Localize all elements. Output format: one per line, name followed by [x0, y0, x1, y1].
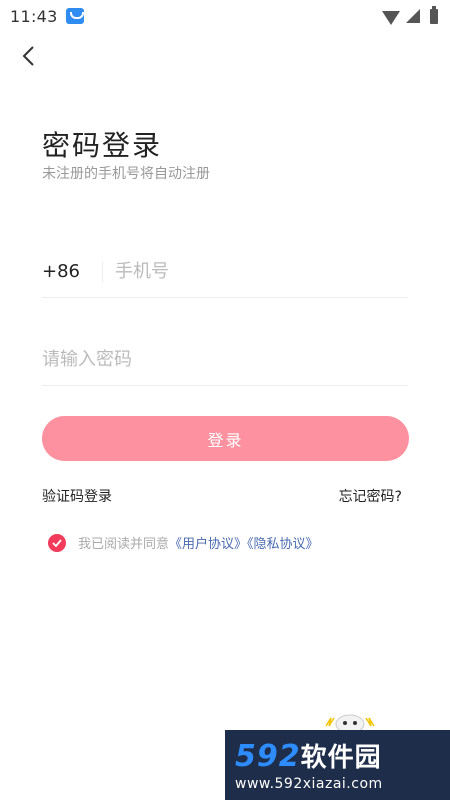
forgot-password-link[interactable]: 忘记密码? — [339, 486, 402, 506]
agreement-text: 我已阅读并同意 — [78, 537, 170, 552]
status-time: 11:43 — [10, 6, 58, 26]
agreement-row: 我已阅读并同意《用户协议》《隐私协议》 — [48, 533, 319, 552]
status-icons — [382, 5, 438, 25]
agreement-checkbox[interactable] — [48, 533, 66, 552]
privacy-policy-link[interactable]: 《隐私协议》 — [247, 537, 319, 552]
country-code-selector[interactable]: +86 — [42, 261, 102, 282]
wifi-icon — [382, 11, 400, 25]
divider — [102, 260, 103, 283]
app-notification-icon — [65, 8, 84, 24]
user-agreement-link[interactable]: 《用户协议》 — [169, 537, 247, 552]
watermark-logo: 592软件园 www.592xiazai.com — [225, 730, 450, 800]
battery-icon — [430, 5, 438, 24]
password-input[interactable] — [42, 349, 408, 370]
signal-icon — [406, 9, 420, 23]
password-field-row — [42, 334, 408, 386]
check-icon — [52, 538, 62, 547]
chevron-left-icon — [22, 46, 34, 66]
sms-login-link[interactable]: 验证码登录 — [42, 486, 112, 506]
watermark-brand: 592软件园 — [235, 738, 382, 774]
phone-field-row: +86 — [42, 246, 408, 298]
status-bar: 11:43 — [0, 0, 450, 32]
page-title: 密码登录 — [42, 129, 163, 162]
back-button[interactable] — [14, 42, 42, 70]
status-left: 11:43 — [10, 7, 84, 26]
login-button[interactable]: 登录 — [42, 416, 409, 461]
watermark-url: www.592xiazai.com — [235, 775, 383, 792]
phone-input[interactable] — [115, 261, 408, 282]
page-subtitle: 未注册的手机号将自动注册 — [42, 166, 210, 182]
